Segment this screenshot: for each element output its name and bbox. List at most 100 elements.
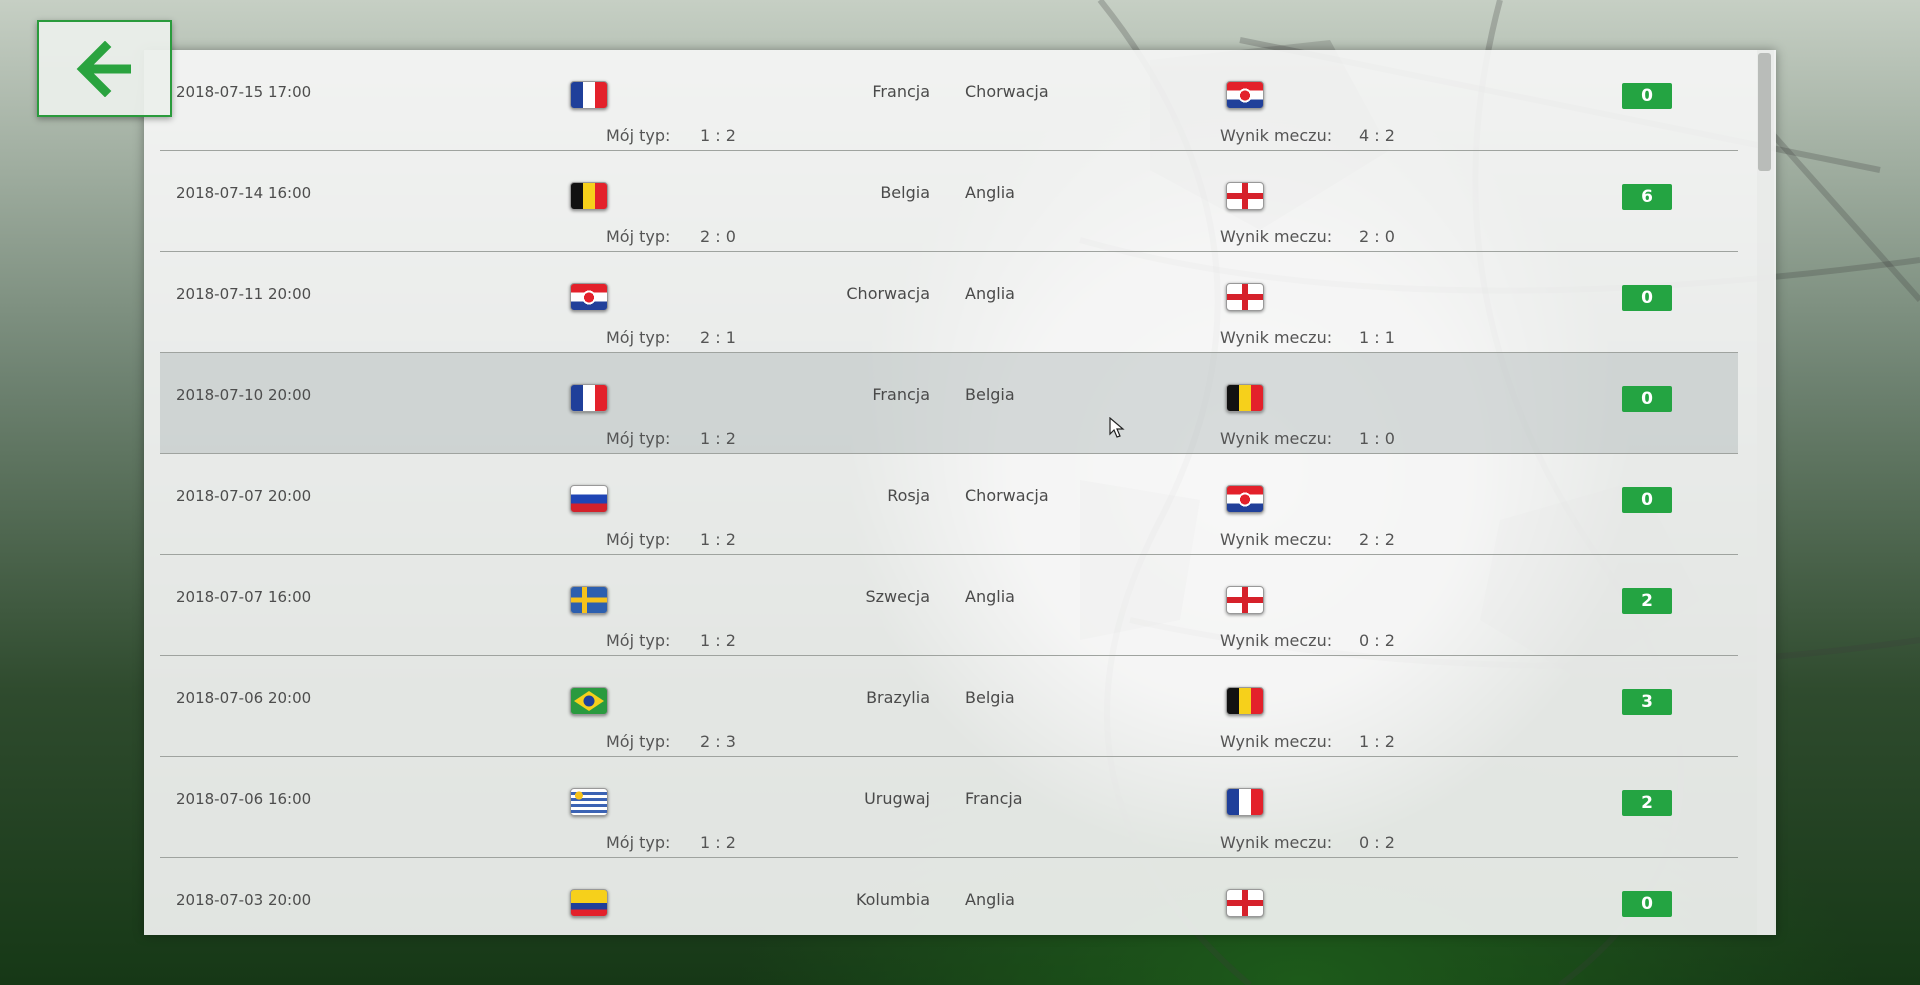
home-team: Rosja	[887, 486, 930, 505]
my-tip-value: 1 : 2	[700, 429, 736, 448]
my-tip-value: 2 : 1	[700, 328, 736, 347]
home-team: Francja	[872, 82, 930, 101]
england-flag-icon	[1226, 586, 1264, 614]
match-row[interactable]: 2018-07-15 17:00 Francja Chorwacja Mój t…	[160, 50, 1738, 151]
result-value: 1 : 2	[1359, 732, 1395, 751]
points-badge: 2	[1622, 790, 1672, 816]
result-label: Wynik meczu:	[1220, 227, 1333, 246]
my-tip-value: 2 : 3	[700, 732, 736, 751]
points-badge: 0	[1622, 891, 1672, 917]
home-team: Urugwaj	[864, 789, 930, 808]
match-date: 2018-07-11 20:00	[176, 285, 312, 303]
points-badge: 0	[1622, 83, 1672, 109]
my-tip-label: Mój typ:	[606, 833, 671, 852]
belgium-flag-icon	[570, 182, 608, 210]
result-label: Wynik meczu:	[1220, 429, 1333, 448]
result-label: Wynik meczu:	[1220, 833, 1333, 852]
result-label: Wynik meczu:	[1220, 732, 1333, 751]
belgium-flag-icon	[1226, 384, 1264, 412]
home-team: Francja	[872, 385, 930, 404]
match-date: 2018-07-06 16:00	[176, 790, 312, 808]
away-team: Belgia	[965, 688, 1015, 707]
result-value: 0 : 2	[1359, 833, 1395, 852]
my-tip-label: Mój typ:	[606, 530, 671, 549]
result-value: 4 : 2	[1359, 126, 1395, 145]
away-team: Belgia	[965, 385, 1015, 404]
result-value: 2 : 2	[1359, 530, 1395, 549]
arrow-left-icon	[76, 40, 131, 97]
match-row[interactable]: 2018-07-06 16:00 Urugwaj Francja Mój typ…	[160, 757, 1738, 858]
match-row[interactable]: 2018-07-10 20:00 Francja Belgia Mój typ:…	[160, 353, 1738, 454]
match-date: 2018-07-07 16:00	[176, 588, 312, 606]
away-team: Francja	[965, 789, 1023, 808]
home-team: Chorwacja	[846, 284, 930, 303]
match-row[interactable]: 2018-07-11 20:00 Chorwacja Anglia Mój ty…	[160, 252, 1738, 353]
my-tip-label: Mój typ:	[606, 631, 671, 650]
uruguay-flag-icon	[570, 788, 608, 816]
my-tip-label: Mój typ:	[606, 429, 671, 448]
away-team: Anglia	[965, 183, 1015, 202]
home-team: Kolumbia	[855, 890, 930, 909]
brazil-flag-icon	[570, 687, 608, 715]
result-value: 1 : 1	[1359, 328, 1395, 347]
points-badge: 0	[1622, 285, 1672, 311]
sweden-flag-icon	[570, 586, 608, 614]
match-date: 2018-07-14 16:00	[176, 184, 312, 202]
france-flag-icon	[1226, 788, 1264, 816]
away-team: Anglia	[965, 284, 1015, 303]
croatia-flag-icon	[1226, 81, 1264, 109]
my-tip-label: Mój typ:	[606, 732, 671, 751]
points-badge: 6	[1622, 184, 1672, 210]
result-value: 0 : 2	[1359, 631, 1395, 650]
match-date: 2018-07-06 20:00	[176, 689, 312, 707]
match-date: 2018-07-15 17:00	[176, 83, 312, 101]
match-row[interactable]: 2018-07-07 16:00 Szwecja Anglia Mój typ:…	[160, 555, 1738, 656]
my-tip-value: 1 : 2	[700, 631, 736, 650]
match-row[interactable]: 2018-07-14 16:00 Belgia Anglia Mój typ: …	[160, 151, 1738, 252]
points-badge: 3	[1622, 689, 1672, 715]
match-row[interactable]: 2018-07-03 20:00 Kolumbia Anglia 0	[160, 858, 1738, 935]
home-team: Szwecja	[865, 587, 930, 606]
back-button[interactable]	[37, 20, 172, 117]
my-tip-value: 1 : 2	[700, 530, 736, 549]
away-team: Anglia	[965, 587, 1015, 606]
result-label: Wynik meczu:	[1220, 631, 1333, 650]
my-tip-value: 2 : 0	[700, 227, 736, 246]
away-team: Chorwacja	[965, 486, 1049, 505]
match-date: 2018-07-03 20:00	[176, 891, 312, 909]
home-team: Belgia	[880, 183, 930, 202]
my-tip-label: Mój typ:	[606, 328, 671, 347]
match-history-panel: 2018-07-15 17:00 Francja Chorwacja Mój t…	[144, 50, 1776, 935]
france-flag-icon	[570, 384, 608, 412]
match-row[interactable]: 2018-07-06 20:00 Brazylia Belgia Mój typ…	[160, 656, 1738, 757]
result-value: 1 : 0	[1359, 429, 1395, 448]
england-flag-icon	[1226, 182, 1264, 210]
points-badge: 0	[1622, 487, 1672, 513]
england-flag-icon	[1226, 283, 1264, 311]
match-list: 2018-07-15 17:00 Francja Chorwacja Mój t…	[160, 50, 1738, 935]
my-tip-value: 1 : 2	[700, 126, 736, 145]
match-date: 2018-07-10 20:00	[176, 386, 312, 404]
home-team: Brazylia	[866, 688, 930, 707]
my-tip-label: Mój typ:	[606, 227, 671, 246]
scrollbar-thumb[interactable]	[1758, 53, 1771, 171]
belgium-flag-icon	[1226, 687, 1264, 715]
match-date: 2018-07-07 20:00	[176, 487, 312, 505]
my-tip-label: Mój typ:	[606, 126, 671, 145]
croatia-flag-icon	[570, 283, 608, 311]
scrollbar[interactable]	[1757, 50, 1774, 935]
mouse-cursor-icon	[1109, 417, 1125, 438]
result-label: Wynik meczu:	[1220, 530, 1333, 549]
away-team: Chorwacja	[965, 82, 1049, 101]
my-tip-value: 1 : 2	[700, 833, 736, 852]
away-team: Anglia	[965, 890, 1015, 909]
england-flag-icon	[1226, 889, 1264, 917]
result-value: 2 : 0	[1359, 227, 1395, 246]
russia-flag-icon	[570, 485, 608, 513]
result-label: Wynik meczu:	[1220, 126, 1333, 145]
france-flag-icon	[570, 81, 608, 109]
match-row[interactable]: 2018-07-07 20:00 Rosja Chorwacja Mój typ…	[160, 454, 1738, 555]
colombia-flag-icon	[570, 889, 608, 917]
points-badge: 2	[1622, 588, 1672, 614]
result-label: Wynik meczu:	[1220, 328, 1333, 347]
